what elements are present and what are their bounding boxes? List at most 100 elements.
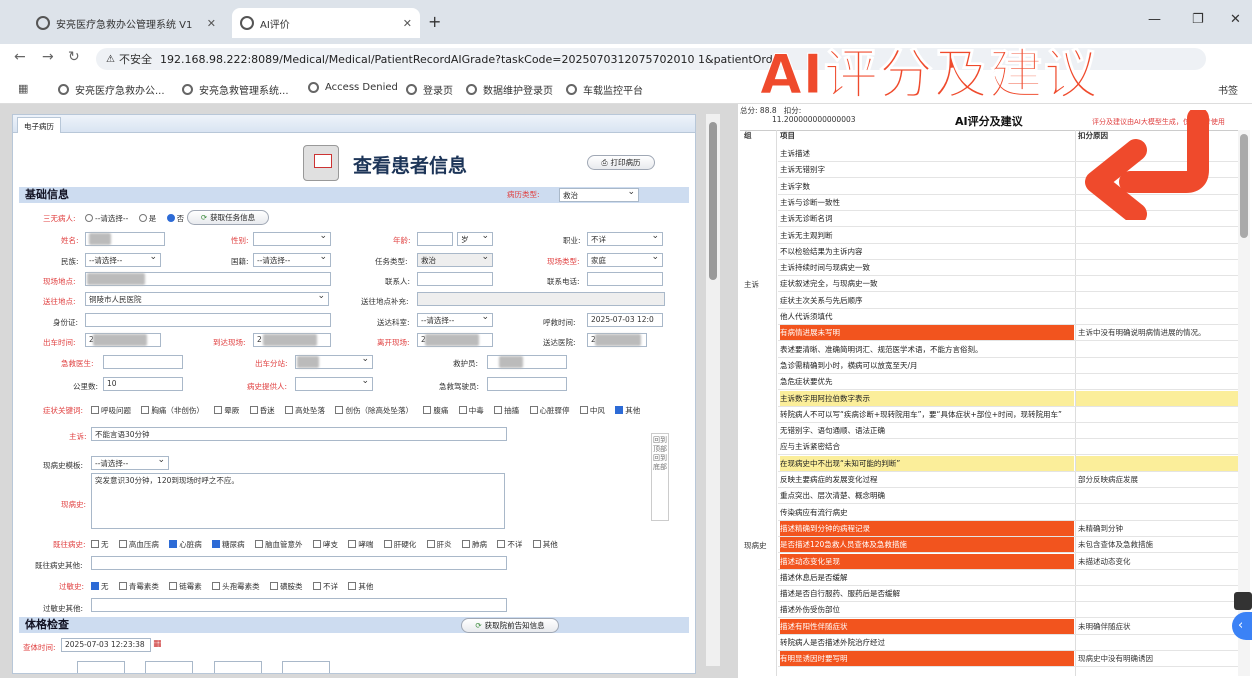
scroll-thumb[interactable] (709, 122, 717, 280)
call-time-field[interactable]: 2025-07-03 12:0 (587, 313, 663, 327)
row-reason (1076, 260, 1248, 275)
past-other-field[interactable] (91, 556, 507, 570)
scroll-top-bottom-float[interactable]: 回到顶部 回到底部 (651, 433, 669, 521)
dept-select[interactable]: --请选择-- (417, 313, 493, 327)
tab-emergency-system[interactable]: 安亮医疗急救办公管理系统 V1 ✕ (28, 8, 224, 38)
row-reason: 未描述动态变化 (1078, 556, 1131, 566)
get-task-button[interactable]: ⟳ 获取任务信息 (187, 210, 269, 225)
row-reason (1076, 244, 1248, 259)
calendar-icon[interactable]: ▦ (153, 639, 162, 649)
doctor-field[interactable] (103, 355, 183, 369)
ethnic-select[interactable]: --请选择-- (85, 253, 161, 267)
table-row: 有病情进展未写明 主诉中没有明确说明病情进展的情况。 (778, 325, 1250, 342)
apps-grid-icon[interactable]: ▦ (18, 82, 28, 95)
row-reason (1076, 602, 1248, 617)
row-item: 转院病人是否描述外院治疗经过 (780, 638, 885, 647)
dest-extra-field[interactable] (417, 292, 665, 306)
all-bookmarks[interactable]: 书签 (1218, 82, 1238, 97)
km-field[interactable]: 10 (103, 377, 183, 391)
bookmark-item[interactable]: 安亮医疗急救办公... (58, 82, 165, 97)
bookmark-item[interactable]: 数据维护登录页 (466, 82, 553, 97)
row-reason (1076, 374, 1248, 389)
redacted (499, 356, 523, 368)
reload-icon[interactable]: ↻ (68, 49, 80, 65)
phone-field[interactable] (587, 272, 663, 286)
redacted (595, 334, 641, 346)
row-reason: 主诉中没有明确说明病情进展的情况。 (1078, 328, 1206, 338)
side-widget-icon[interactable] (1234, 592, 1252, 610)
deduct-score: 11.200000000000003 (772, 115, 856, 124)
tab-emr[interactable]: 电子病历 (17, 117, 61, 133)
maximize-icon[interactable]: ❐ (1192, 12, 1204, 27)
exam-time-field[interactable]: 2025-07-03 12:23:38 (61, 638, 151, 652)
history-provider-label: 病史提供人: (247, 382, 288, 391)
nation-select[interactable]: --请选择-- (253, 253, 331, 267)
leave-time-label: 离开现场: (377, 338, 410, 347)
history-provider-select[interactable] (295, 377, 373, 391)
record-type-select[interactable]: 救治 (559, 188, 639, 202)
row-reason (1076, 342, 1248, 357)
allergy-other-field[interactable] (91, 598, 507, 612)
print-record-button[interactable]: ⎙ 打印病历 (587, 155, 655, 170)
forward-icon[interactable]: → (42, 49, 54, 65)
contact-label: 联系人: (385, 277, 411, 286)
row-reason (1076, 293, 1248, 308)
left-scrollbar[interactable] (706, 114, 720, 666)
job-label: 职业: (563, 236, 581, 245)
row-item: 转院病人不可以写“疾病诊断+现转院用车”，要“具体症状+部位+时间，现转院用车” (780, 409, 1062, 419)
tab-label: 安亮医疗急救办公管理系统 V1 (56, 19, 193, 31)
symptom-checkbox-group[interactable]: 呼吸问题 胸痛（非创伤） 晕厥 昏迷 高处坠落 创伤（除高处坠落） 腹痛 中毒 … (91, 405, 640, 416)
age-label: 年龄: (393, 236, 411, 245)
row-reason: 未明确伴随症状 (1078, 621, 1131, 631)
id-field[interactable] (85, 313, 331, 327)
get-prehospital-label: 获取院前告知信息 (484, 621, 545, 630)
tab-close-icon[interactable]: ✕ (207, 17, 216, 30)
scroll-thumb[interactable] (1240, 134, 1248, 238)
row-reason (1076, 358, 1248, 373)
contact-field[interactable] (417, 272, 493, 286)
gender-select[interactable] (253, 232, 331, 246)
tab-close-icon[interactable]: ✕ (403, 17, 412, 30)
row-item: 传染病应有流行病史 (780, 507, 848, 517)
dest-select[interactable]: 铜陵市人民医院 (85, 292, 329, 306)
window-close-icon[interactable]: ✕ (1230, 12, 1241, 27)
call-time-label: 呼救时间: (543, 318, 576, 327)
row-item: 应与主诉紧密结合 (780, 442, 840, 452)
allergy-checkbox-group[interactable]: 无 青霉素类 链霉素 头孢霉素类 磺胺类 不详 其他 (91, 581, 373, 592)
chief-label: 主诉: (69, 432, 87, 441)
get-prehospital-button[interactable]: ⟳ 获取院前告知信息 (461, 618, 559, 633)
side-collapse-button[interactable]: ‹ (1232, 612, 1252, 640)
bookmark-item[interactable]: Access Denied (308, 82, 398, 93)
scenetype-select[interactable]: 家庭 (587, 253, 663, 267)
globe-icon (308, 82, 319, 93)
minimize-icon[interactable]: — (1148, 12, 1161, 27)
row-item: 有明显诱因时要写明 (780, 651, 1074, 667)
allergy-other-label: 过敏史其他: (43, 604, 84, 613)
template-select[interactable]: --请选择-- (91, 456, 169, 470)
back-icon[interactable]: ← (14, 49, 26, 65)
bookmark-item[interactable]: 安亮急救管理系统... (182, 82, 289, 97)
row-item: 描述外伤受伤部位 (780, 605, 840, 615)
row-item: 重点突出、层次清楚、概念明确 (780, 491, 885, 501)
age-unit-select[interactable]: 岁 (457, 232, 493, 246)
group-chief: 主诉 (744, 280, 759, 289)
age-field[interactable] (417, 232, 453, 246)
security-label[interactable]: 不安全 (119, 51, 152, 67)
sanwu-radio-group[interactable]: --请选择-- 是 否 (85, 213, 184, 224)
driver-field[interactable] (487, 377, 567, 391)
job-select[interactable]: 不详 (587, 232, 663, 246)
globe-icon (466, 84, 477, 95)
bookmark-item[interactable]: 登录页 (406, 82, 453, 97)
present-textarea[interactable]: 突发意识30分钟，120到现场时呼之不应。 (91, 473, 505, 529)
redacted (93, 334, 147, 346)
bookmark-item[interactable]: 车载监控平台 (566, 82, 643, 97)
nation-label: 国籍: (231, 257, 249, 266)
refresh-icon: ⟳ (200, 213, 208, 222)
chief-field[interactable]: 不能言语30分钟 (91, 427, 507, 441)
table-row: 描述有阳性伴随症状 未明确伴随症状 (778, 618, 1250, 635)
new-tab-button[interactable]: + (428, 12, 441, 31)
table-row: 应与主诉紧密结合 (778, 439, 1250, 456)
past-checkbox-group[interactable]: 无 高血压病 心脏病 糖尿病 脑血管意外 哮支 哮喘 肝硬化 肝炎 肺病 不详 … (91, 539, 558, 550)
tab-ai-evaluation[interactable]: AI评价 ✕ (232, 8, 420, 38)
tasktype-select[interactable]: 救治 (417, 253, 493, 267)
